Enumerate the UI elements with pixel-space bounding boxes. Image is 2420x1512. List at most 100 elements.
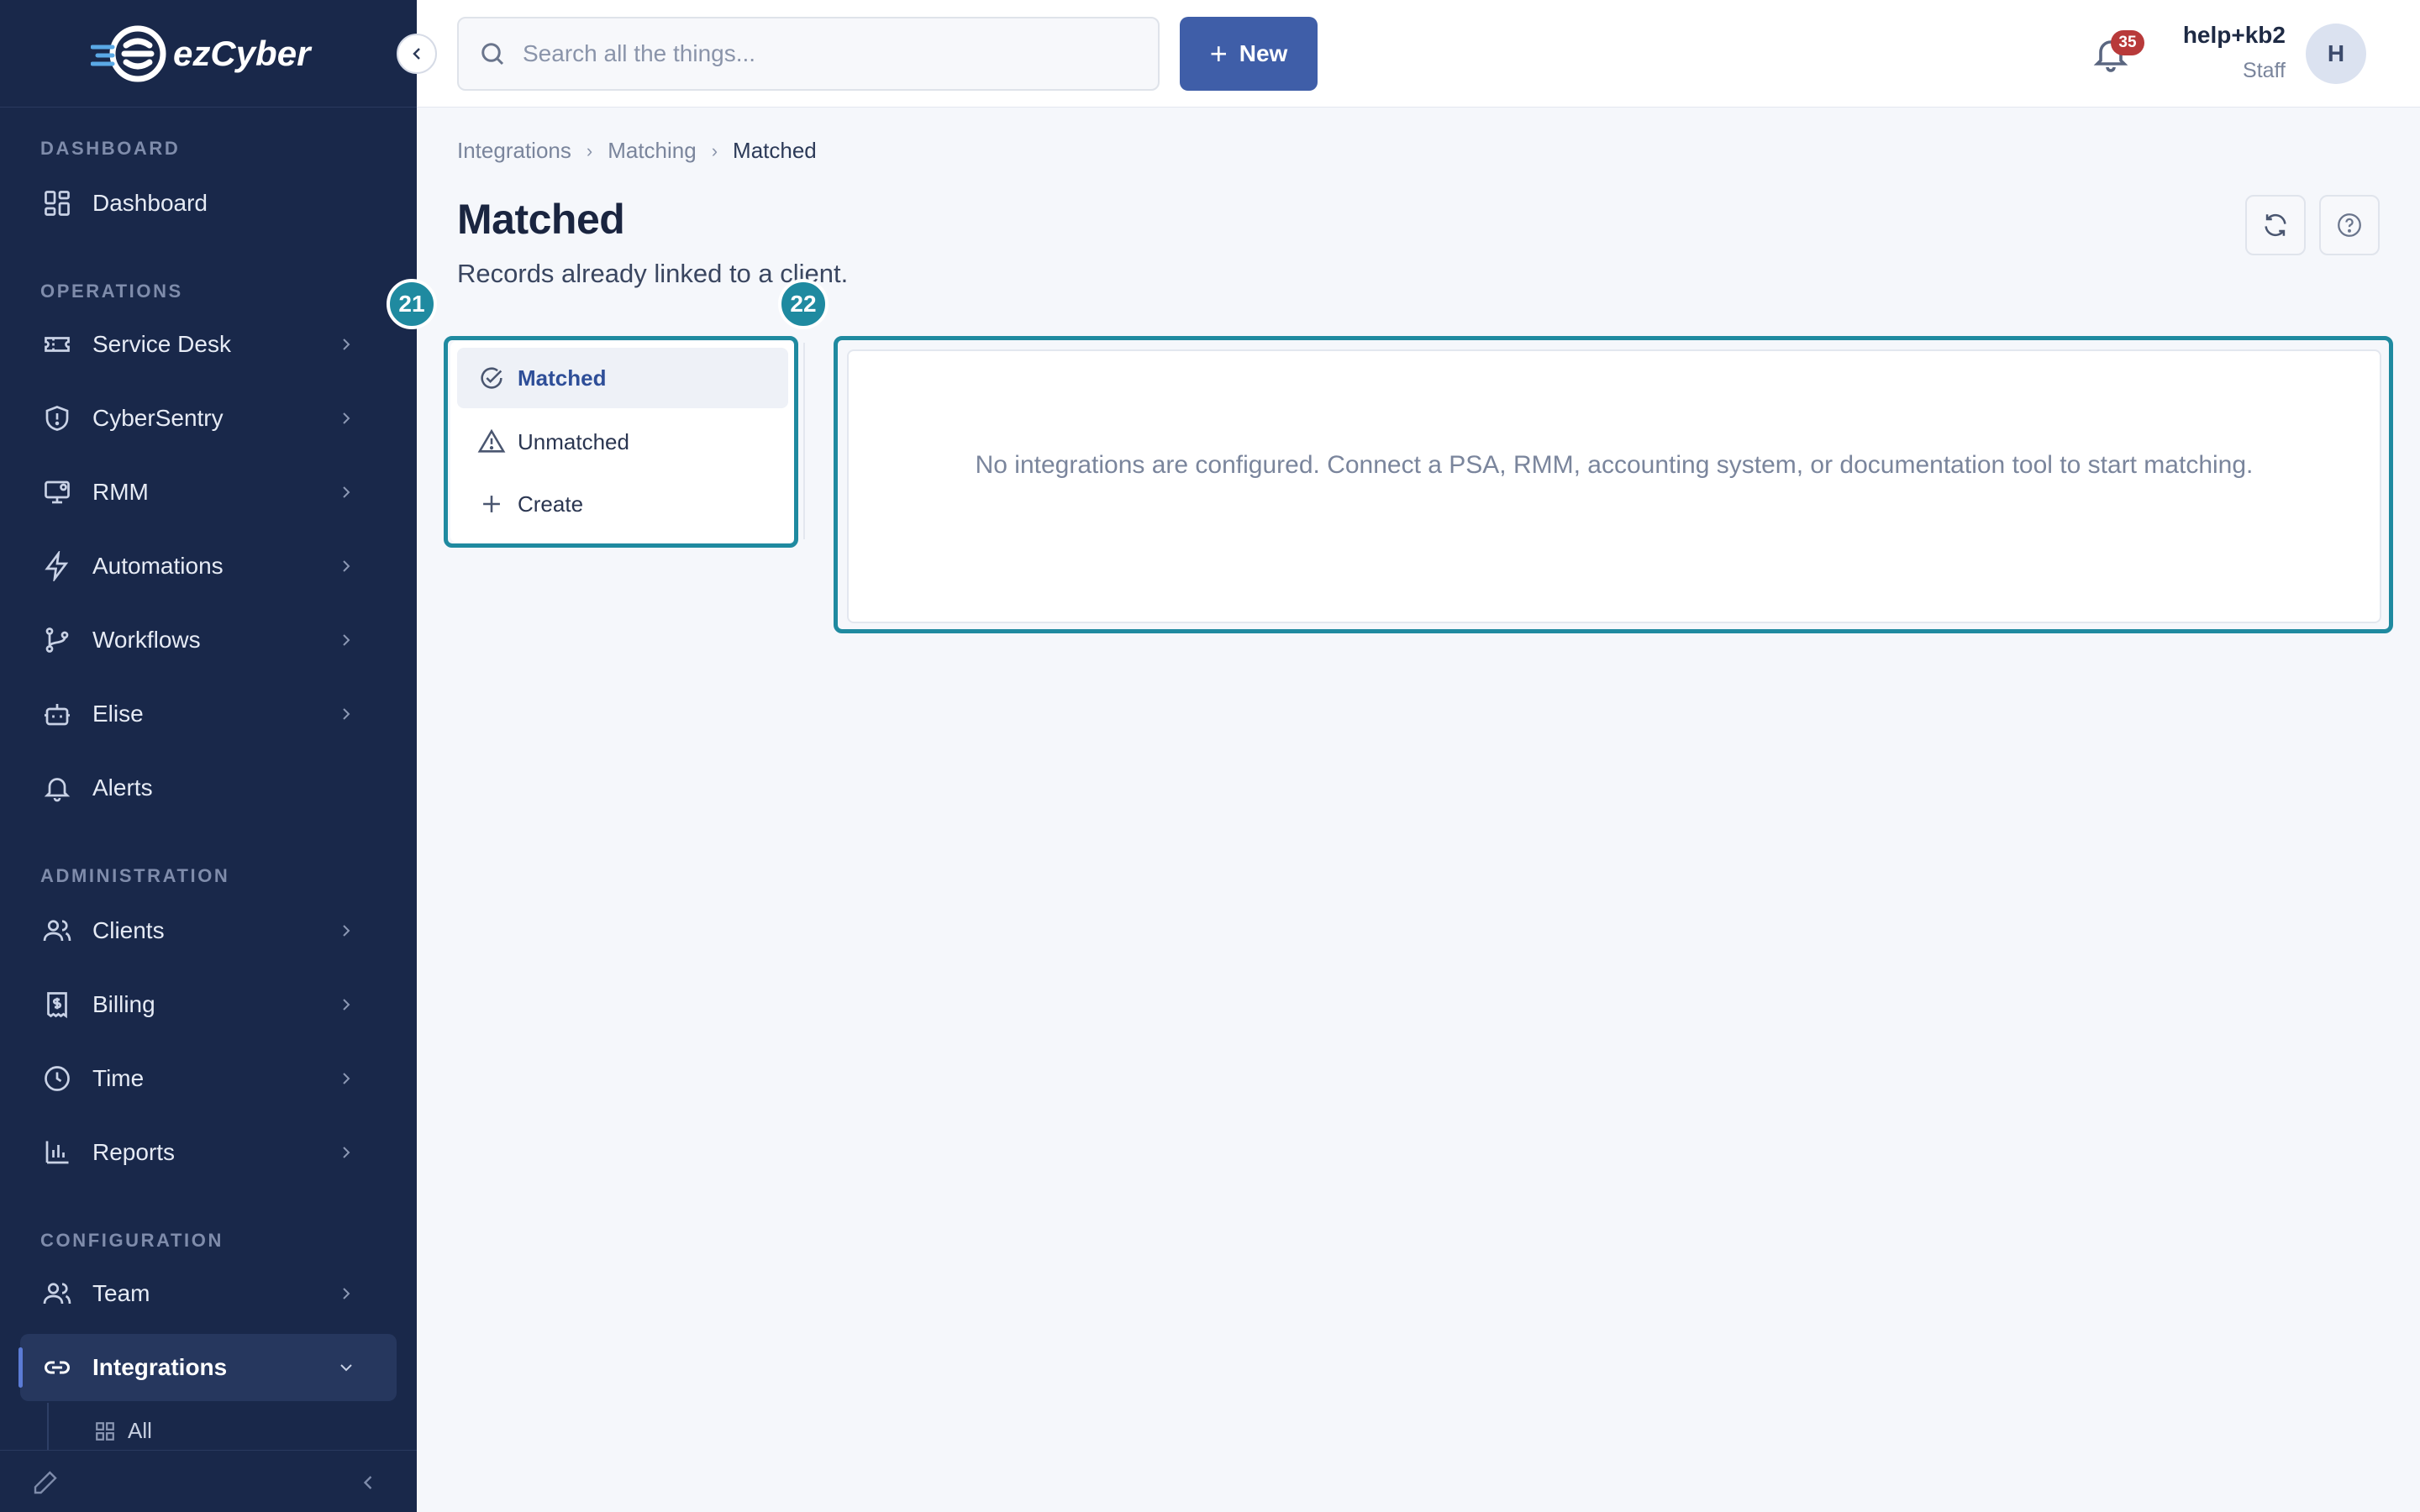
sidebar-item-cybersentry[interactable]: CyberSentry — [20, 385, 397, 452]
breadcrumb-item-matching[interactable]: Matching — [608, 138, 697, 164]
robot-icon — [40, 697, 74, 731]
sidebar-item-alerts[interactable]: Alerts — [20, 754, 397, 822]
sidebar-item-billing[interactable]: Billing — [20, 971, 397, 1038]
monitor-icon — [40, 475, 74, 509]
breadcrumb-item-current: Matched — [733, 138, 817, 163]
collapse-sidebar-icon[interactable] — [356, 1471, 380, 1494]
plus-icon: + — [1209, 36, 1228, 71]
pencil-icon[interactable] — [32, 1469, 59, 1496]
new-button[interactable]: + New — [1180, 17, 1318, 91]
grid-icon — [96, 1421, 114, 1441]
sidebar-item-label: Service Desk — [92, 331, 231, 357]
tab-matched[interactable]: Matched — [457, 348, 788, 408]
sidebar-subitem-all[interactable]: All — [94, 1418, 152, 1444]
workflow-icon — [40, 623, 74, 657]
warning-icon — [477, 428, 506, 453]
sidebar-item-label: Time — [92, 1065, 145, 1091]
ezcyber-logo[interactable]: ezCyber — [90, 20, 326, 87]
sidebar-item-clients[interactable]: Clients — [20, 897, 397, 964]
panel-divider — [803, 343, 805, 539]
chevron-right-icon — [343, 339, 350, 350]
tab-label: Unmatched — [518, 428, 629, 454]
submenu-line — [47, 1403, 49, 1452]
help-icon — [2338, 213, 2361, 237]
chevron-right-icon — [343, 1073, 350, 1084]
help-button[interactable] — [2319, 195, 2380, 255]
search-bar[interactable] — [457, 17, 1160, 91]
sidebar-item-reports[interactable]: Reports — [20, 1119, 397, 1186]
chevron-right-icon — [343, 1288, 350, 1299]
chevron-right-icon — [343, 486, 350, 498]
section-title-dashboard: DASHBOARD — [40, 138, 181, 159]
search-input[interactable] — [523, 40, 1128, 67]
breadcrumb-item-integrations[interactable]: Integrations — [457, 138, 571, 164]
refresh-button[interactable] — [2245, 195, 2306, 255]
breadcrumb: Integrations › Matching › Matched — [457, 138, 817, 164]
avatar[interactable]: H — [2306, 24, 2366, 84]
sidebar-item-label: Dashboard — [92, 190, 208, 216]
ticket-icon — [40, 328, 74, 361]
tab-create[interactable]: Create — [457, 474, 788, 534]
search-icon — [481, 43, 504, 66]
sidebar-item-label: Reports — [92, 1139, 176, 1165]
user-role: Staff — [2243, 59, 2286, 82]
chevron-right-icon — [343, 1147, 350, 1158]
page-title: Matched — [457, 196, 625, 243]
sidebar-item-label: Clients — [92, 917, 165, 943]
notification-count-badge: 35 — [2111, 30, 2144, 55]
sidebar-item-label: Automations — [92, 553, 224, 579]
clock-icon — [40, 1062, 74, 1095]
active-indicator — [18, 1347, 23, 1388]
chevron-right-icon: › — [586, 139, 593, 161]
sidebar-item-rmm[interactable]: RMM — [20, 459, 397, 526]
sidebar-item-team[interactable]: Team — [20, 1260, 397, 1327]
chevron-right-icon — [343, 412, 350, 424]
sidebar-item-dashboard[interactable]: Dashboard — [20, 170, 397, 237]
sidebar-item-time[interactable]: Time — [20, 1045, 397, 1112]
sidebar: ezCyber DASHBOARD OPERATIONS ADMINISTRAT… — [0, 0, 417, 1512]
sidebar-footer — [0, 1450, 417, 1512]
matching-tabs: Matched Unmatched Create — [450, 341, 795, 543]
link-icon — [40, 1351, 74, 1384]
section-title-administration: ADMINISTRATION — [40, 865, 230, 886]
annotation-marker: 22 — [778, 279, 829, 329]
section-title-operations: OPERATIONS — [40, 281, 183, 302]
collapse-sidebar-button[interactable] — [397, 34, 437, 74]
empty-state-message: No integrations are configured. Connect … — [975, 451, 2254, 479]
sidebar-item-automations[interactable]: Automations — [20, 533, 397, 600]
receipt-icon — [40, 988, 74, 1021]
chevron-right-icon — [343, 560, 350, 572]
chevron-right-icon — [343, 925, 350, 937]
sidebar-item-workflows[interactable]: Workflows — [20, 606, 397, 674]
bar-chart-icon — [40, 1136, 74, 1169]
users-icon — [40, 914, 74, 948]
new-button-label: New — [1239, 40, 1288, 66]
chevron-right-icon — [343, 634, 350, 646]
sidebar-item-label: RMM — [92, 479, 149, 505]
tab-unmatched[interactable]: Unmatched — [457, 412, 788, 472]
sidebar-item-elise[interactable]: Elise — [20, 680, 397, 748]
sidebar-item-label: Alerts — [92, 774, 153, 801]
sidebar-item-service-desk[interactable]: Service Desk — [20, 311, 397, 378]
sidebar-item-label: CyberSentry — [92, 405, 224, 431]
tab-label: Matched — [518, 365, 607, 391]
chevron-left-icon — [413, 48, 420, 60]
top-bar: + New 35 help+kb2 Staff H — [417, 0, 2420, 108]
bell-icon — [40, 771, 74, 805]
sidebar-item-integrations[interactable]: Integrations — [18, 1334, 397, 1401]
refresh-icon — [2265, 213, 2286, 237]
check-circle-icon — [481, 367, 502, 389]
sidebar-item-label: Billing — [92, 991, 155, 1017]
sidebar-item-label: Team — [92, 1280, 150, 1306]
logo-area: ezCyber — [0, 0, 417, 108]
dashboard-icon — [40, 186, 74, 220]
annotation-marker: 21 — [387, 279, 437, 329]
chevron-right-icon: › — [711, 139, 718, 161]
user-name[interactable]: help+kb2 — [2183, 22, 2286, 49]
shield-icon — [40, 402, 74, 435]
plus-icon — [483, 496, 500, 512]
empty-state-card: No integrations are configured. Connect … — [847, 349, 2381, 623]
tab-label: Create — [518, 491, 584, 517]
sidebar-item-label: Elise — [92, 701, 144, 727]
section-title-configuration: CONFIGURATION — [40, 1230, 224, 1251]
